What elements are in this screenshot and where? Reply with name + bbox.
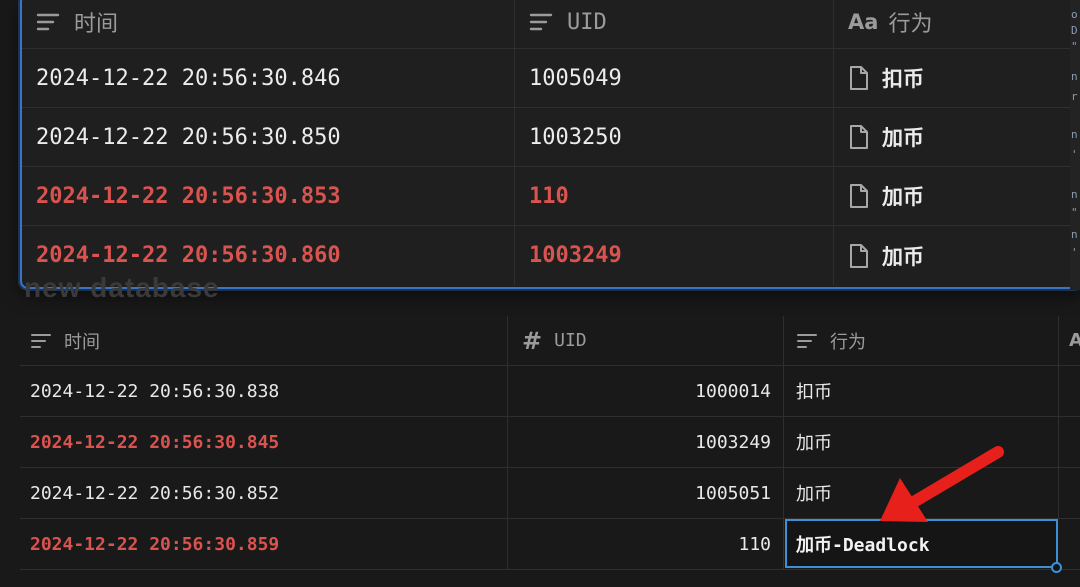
page-icon xyxy=(848,124,870,150)
time-cell: 2024-12-22 20:56:30.850 xyxy=(36,124,341,150)
table-header: 时间 # UID 行为 A xyxy=(20,316,1080,366)
table-row[interactable]: 2024-12-22 20:56:30.852 1005051 加币 xyxy=(20,468,1080,519)
uid-cell: 1003249 xyxy=(529,243,622,268)
time-cell: 2024-12-22 20:56:30.852 xyxy=(30,482,280,504)
top-table-header: 时间 UID Aa 行为 xyxy=(22,0,1080,49)
page-icon xyxy=(848,243,870,269)
table-row[interactable]: 2024-12-22 20:56:30.850 1003250 加币 xyxy=(22,108,1080,167)
code-fragment: ' xyxy=(1071,246,1078,259)
code-fragment: " xyxy=(1071,206,1078,219)
column-header-extra[interactable]: A xyxy=(1059,316,1080,365)
code-fragment: n xyxy=(1071,128,1078,141)
code-fragment: ' xyxy=(1071,148,1078,161)
empty-cell[interactable] xyxy=(1059,417,1080,467)
code-fragment: n xyxy=(1071,228,1078,241)
title-aa-icon: Aa xyxy=(848,10,879,34)
column-header-time[interactable]: 时间 xyxy=(20,316,508,365)
cell-resize-handle[interactable] xyxy=(1051,562,1062,573)
column-header-label: UID xyxy=(567,9,607,35)
code-editor-peek: o D " n r n ' n " n ' xyxy=(1070,0,1080,290)
text-lines-icon xyxy=(796,332,818,350)
table-row[interactable]: 2024-12-22 20:56:30.853 110 加币 xyxy=(22,167,1080,226)
time-cell: 2024-12-22 20:56:30.838 xyxy=(30,380,280,402)
action-cell[interactable]: 加币 xyxy=(796,429,832,455)
uid-cell: 110 xyxy=(529,183,569,209)
action-label: 加币 xyxy=(882,126,924,150)
uid-cell: 1000014 xyxy=(695,380,771,402)
column-header-label: A xyxy=(1069,330,1080,351)
hash-icon: # xyxy=(522,326,543,355)
code-fragment: n xyxy=(1071,70,1078,83)
time-cell: 2024-12-22 20:56:30.860 xyxy=(36,243,341,268)
column-header-label: 行为 xyxy=(830,331,866,353)
code-fragment: " xyxy=(1071,40,1078,53)
time-cell: 2024-12-22 20:56:30.859 xyxy=(30,533,280,555)
table-row[interactable]: 2024-12-22 20:56:30.846 1005049 扣币 xyxy=(22,49,1080,108)
action-label: 扣币 xyxy=(882,67,924,91)
empty-cell[interactable] xyxy=(1059,366,1080,416)
uid-cell: 1005049 xyxy=(529,65,622,91)
table-row[interactable]: 2024-12-22 20:56:30.838 1000014 扣币 xyxy=(20,366,1080,417)
column-header-label: 时间 xyxy=(74,12,119,37)
action-cell[interactable]: 扣币 xyxy=(796,378,832,404)
code-fragment: o xyxy=(1071,8,1078,21)
column-header-action[interactable]: 行为 xyxy=(784,316,1059,365)
empty-cell[interactable] xyxy=(1059,519,1080,569)
page-icon xyxy=(848,183,870,209)
action-cell[interactable]: 加币 xyxy=(796,480,832,506)
uid-cell: 1005051 xyxy=(695,482,771,504)
action-cell-editing[interactable]: 加币-Deadlock xyxy=(785,519,1058,568)
time-cell: 2024-12-22 20:56:30.845 xyxy=(30,431,280,453)
database-table: 时间 # UID 行为 A 2024-12-22 20:56:30.838 10… xyxy=(20,316,1080,573)
action-cell[interactable]: 扣币 xyxy=(848,63,924,93)
action-cell[interactable]: 加币 xyxy=(848,181,924,211)
uid-cell: 110 xyxy=(738,533,771,555)
code-fragment: D xyxy=(1071,24,1078,37)
text-lines-icon xyxy=(30,332,52,350)
table-row[interactable]: 2024-12-22 20:56:30.845 1003249 加币 xyxy=(20,417,1080,468)
column-header-action[interactable]: Aa 行为 xyxy=(834,0,1080,48)
code-fragment: n xyxy=(1071,188,1078,201)
text-lines-icon xyxy=(529,12,553,32)
action-label: 加币 xyxy=(882,185,924,209)
uid-cell: 1003249 xyxy=(695,431,771,453)
column-header-uid[interactable]: # UID xyxy=(508,316,784,365)
action-cell-input[interactable]: 加币-Deadlock xyxy=(796,531,930,557)
column-header-time[interactable]: 时间 xyxy=(22,0,515,48)
time-cell: 2024-12-22 20:56:30.846 xyxy=(36,65,341,91)
action-label: 加币 xyxy=(882,244,924,269)
text-lines-icon xyxy=(36,12,60,32)
column-header-uid[interactable]: UID xyxy=(515,0,834,48)
page-icon xyxy=(848,65,870,91)
uid-cell: 1003250 xyxy=(529,124,622,150)
column-header-label: 行为 xyxy=(888,12,933,37)
zoomed-table-panel: 时间 UID Aa 行为 2024-12-22 20:56:30.846 100… xyxy=(20,0,1080,289)
column-header-label: UID xyxy=(554,330,587,351)
column-header-label: 时间 xyxy=(64,331,100,353)
empty-cell[interactable] xyxy=(1059,468,1080,518)
code-fragment: r xyxy=(1071,90,1078,103)
action-cell[interactable]: 加币 xyxy=(848,122,924,152)
time-cell: 2024-12-22 20:56:30.853 xyxy=(36,183,341,209)
action-cell[interactable]: 加币 xyxy=(848,241,924,271)
database-title-ghost: new database xyxy=(24,272,220,303)
